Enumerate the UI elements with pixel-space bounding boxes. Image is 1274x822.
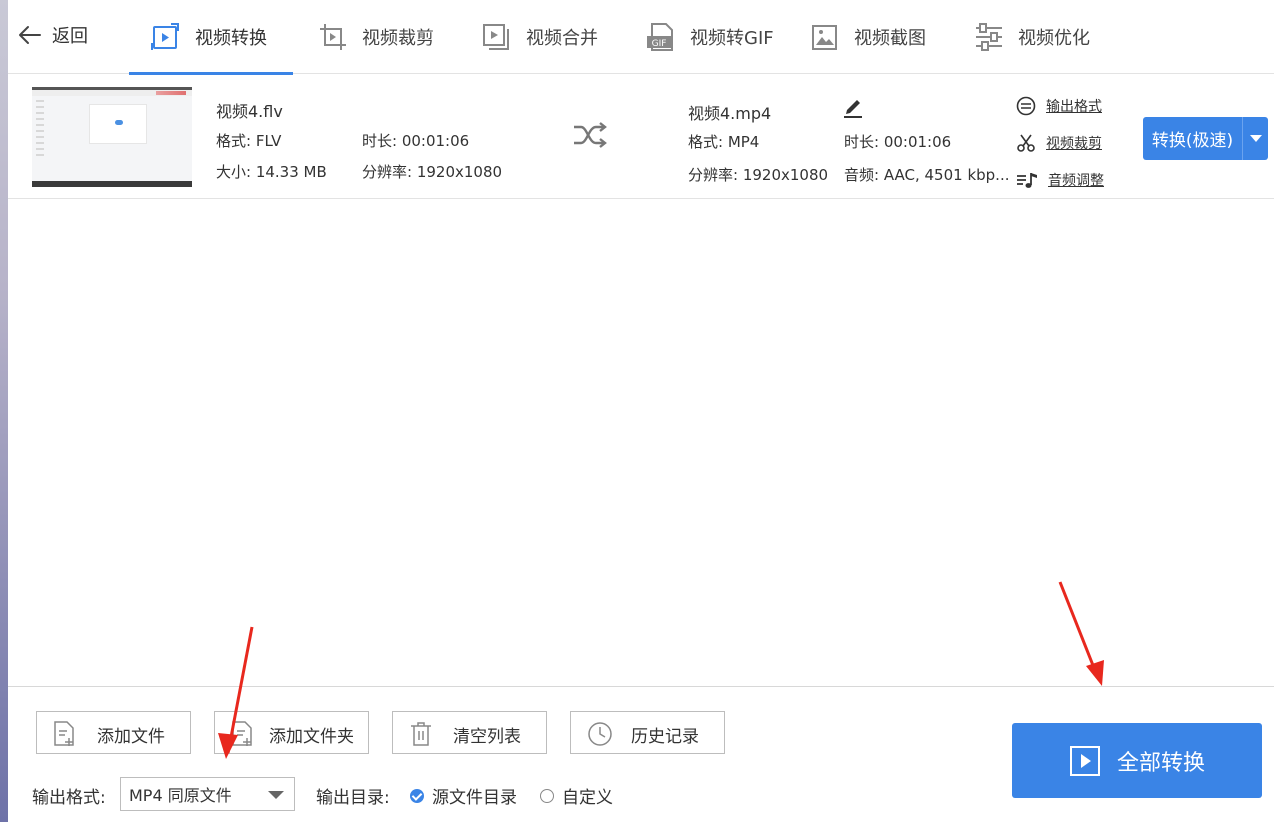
clear-list-button[interactable]: 清空列表 — [392, 711, 547, 754]
output-format-label: 输出格式: — [32, 788, 106, 808]
app-window: 返回 视频转换 视频裁剪 视频合并 GIF 视频转GIF 视频截图 视频优化 视… — [8, 0, 1274, 822]
convert-dropdown-button[interactable] — [1242, 117, 1268, 160]
shuffle-icon — [574, 122, 607, 148]
add-file-icon — [54, 721, 74, 746]
annotation-arrow-icon — [218, 626, 254, 759]
gif-icon: GIF — [647, 23, 673, 51]
video-merge-icon — [483, 24, 509, 50]
trash-icon — [411, 722, 431, 746]
output-file-name: 视频4.mp4 — [688, 104, 772, 123]
file-list-row[interactable]: 视频4.flv 格式: FLV 时长: 00:01:06 大小: 14.33 M… — [8, 74, 1274, 199]
convert-fast-button[interactable]: 转换(极速) — [1143, 117, 1268, 160]
clock-icon — [588, 722, 612, 746]
tab-label: 视频优化 — [1018, 28, 1090, 49]
source-file-name: 视频4.flv — [216, 102, 283, 121]
source-duration: 时长: 00:01:06 — [362, 132, 470, 150]
convert-all-label: 全部转换 — [1116, 750, 1205, 776]
output-audio: 音频: AAC, 4501 kbp... — [844, 166, 1010, 184]
annotation-arrow-icon — [1058, 581, 1104, 686]
tab-label: 视频截图 — [854, 28, 926, 49]
video-convert-icon — [151, 23, 179, 50]
audio-adjust-link[interactable]: 音频调整 — [1016, 170, 1104, 190]
video-crop-link[interactable]: 视频裁剪 — [1016, 133, 1102, 153]
history-button[interactable]: 历史记录 — [570, 711, 725, 754]
tab-video-optimize[interactable]: 视频优化 — [974, 0, 1090, 74]
tab-video-crop[interactable]: 视频裁剪 — [318, 0, 434, 74]
svg-text:GIF: GIF — [652, 39, 667, 49]
caret-down-icon — [1249, 134, 1262, 142]
edit-icon[interactable] — [844, 96, 862, 118]
output-duration: 时长: 00:01:06 — [844, 133, 952, 151]
source-format: 格式: FLV — [216, 132, 282, 150]
bottom-toolbar: 添加文件 添加文件夹 清空列表 历史记录 全部转换 输出格式: MP4 同原文件… — [8, 686, 1274, 822]
tab-video-screenshot[interactable]: 视频截图 — [810, 0, 926, 74]
format-icon — [1016, 96, 1036, 116]
back-button[interactable]: 返回 — [18, 18, 88, 52]
radio-source-dir[interactable]: 源文件目录 — [410, 783, 517, 808]
back-label: 返回 — [52, 26, 88, 47]
output-format-link[interactable]: 输出格式 — [1016, 96, 1102, 116]
output-format-value: MP4 同原文件 — [129, 786, 232, 805]
image-icon — [812, 25, 837, 50]
video-crop-icon — [320, 24, 346, 50]
tab-label: 视频合并 — [526, 28, 598, 49]
tab-label: 视频转GIF — [690, 28, 774, 49]
tab-label: 视频转换 — [195, 28, 267, 49]
music-note-icon — [1017, 173, 1037, 188]
output-dir-label: 输出目录: — [316, 788, 390, 808]
tab-video-convert[interactable]: 视频转换 — [129, 0, 293, 75]
output-format-select[interactable]: MP4 同原文件 — [120, 777, 295, 811]
tab-label: 视频裁剪 — [362, 28, 434, 49]
scissors-icon — [1017, 134, 1035, 152]
source-resolution: 分辨率: 1920x1080 — [362, 163, 503, 181]
radio-checked-icon — [410, 788, 424, 803]
radio-unchecked-icon — [540, 788, 554, 803]
chevron-down-icon — [268, 791, 284, 799]
radio-custom-dir[interactable]: 自定义 — [540, 783, 613, 808]
top-tab-bar: 返回 视频转换 视频裁剪 视频合并 GIF 视频转GIF 视频截图 视频优化 — [8, 0, 1274, 75]
desktop-background-strip — [0, 0, 8, 822]
output-format: 格式: MP4 — [688, 133, 760, 151]
sliders-icon — [976, 23, 1002, 51]
tab-video-to-gif[interactable]: GIF 视频转GIF — [646, 0, 774, 74]
source-size: 大小: 14.33 MB — [216, 163, 327, 181]
output-resolution: 分辨率: 1920x1080 — [688, 166, 829, 184]
video-thumbnail — [32, 87, 192, 187]
convert-all-button[interactable]: 全部转换 — [1012, 723, 1262, 798]
convert-fast-label: 转换(极速) — [1151, 131, 1234, 151]
tab-video-merge[interactable]: 视频合并 — [482, 0, 598, 74]
add-file-button[interactable]: 添加文件 — [36, 711, 191, 754]
play-icon — [1069, 745, 1100, 776]
arrow-left-icon — [19, 26, 41, 44]
